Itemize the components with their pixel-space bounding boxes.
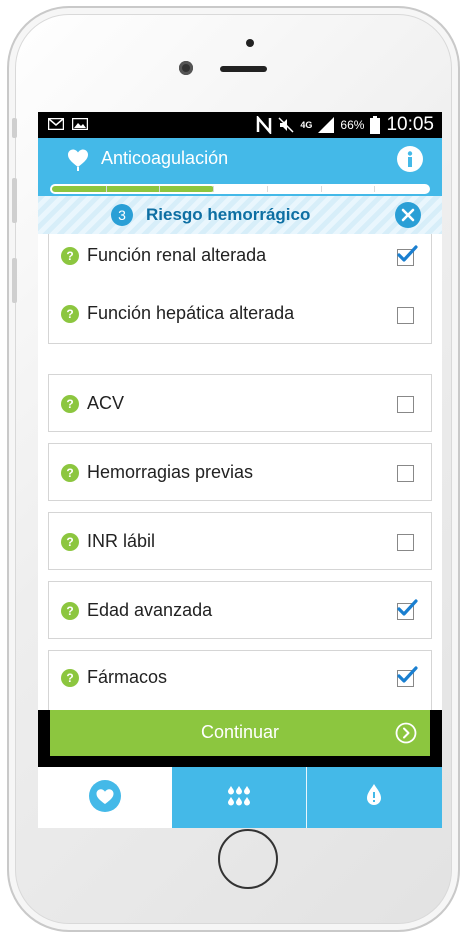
item-label: Función hepática alterada [87,303,295,323]
list-card: ? ACV [48,374,432,432]
close-icon [401,208,415,222]
help-icon[interactable]: ? [61,464,79,482]
help-icon[interactable]: ? [61,533,79,551]
earpiece-speaker [220,66,267,72]
network-type: 4G [300,120,313,130]
help-icon[interactable]: ? [61,602,79,620]
progress-segment-divider [321,186,322,192]
tab-blood-drop[interactable] [307,767,442,828]
list-item[interactable]: ? Fármacos [49,655,431,705]
continue-button[interactable]: Continuar [50,710,430,756]
list-card: ? Edad avanzada [48,581,432,639]
item-checkbox[interactable] [397,666,418,687]
status-bar: 4G 66% 10:05 [38,112,442,138]
item-label: Función renal alterada [87,245,267,265]
checkmark-icon [397,599,418,616]
clock: 10:05 [386,114,434,135]
item-checkbox[interactable] [397,465,414,482]
bottom-tab-bar [38,767,442,828]
help-icon[interactable]: ? [61,669,79,687]
progress-segment-divider [374,186,375,192]
item-checkbox[interactable] [397,245,418,266]
help-icon[interactable]: ? [61,247,79,265]
item-label: ACV [87,393,125,413]
battery-percent: 66% [340,118,365,132]
info-icon [407,151,413,167]
help-icon[interactable]: ? [61,305,79,323]
list-item[interactable]: ? ACV [49,379,431,429]
list-card: ? Hemorragias previas [48,443,432,501]
progress-fill [52,186,214,192]
list-item[interactable]: ? Función renal alterada [49,234,431,281]
step-number-badge: 3 [111,204,133,226]
image-icon [72,118,88,130]
close-button[interactable] [395,202,421,228]
section-header: 3 Riesgo hemorrágico [38,196,442,234]
continue-label: Continuar [200,722,280,742]
list-item[interactable]: ? INR lábil [49,517,431,567]
section-title: Riesgo hemorrágico [146,205,311,224]
list-card: ? INR lábil [48,512,432,570]
heart-icon [89,780,121,812]
front-camera [179,61,193,75]
volume-down-button [12,258,17,303]
item-label: Fármacos [87,667,168,687]
progress-track [38,182,442,196]
app-title: Anticoagulación [101,148,229,168]
tab-drops[interactable] [172,767,306,828]
progress-segment-divider [159,186,160,192]
item-label: Edad avanzada [87,600,213,620]
tab-anticoagulation[interactable] [38,767,172,828]
item-checkbox[interactable] [397,307,414,324]
drops-grid-icon [228,786,250,806]
volume-up-button [12,178,17,223]
list-card: ? Función renal alterada ? Función hepát… [48,234,432,344]
battery-icon [370,116,381,134]
item-checkbox[interactable] [397,396,414,413]
progress-segment-divider [267,186,268,192]
list-item[interactable]: ? Hemorragias previas [49,448,431,498]
list-card: ? Fármacos [48,650,432,710]
mute-icon [278,117,294,133]
info-button[interactable] [397,146,423,172]
signal-icon [318,117,335,133]
checkmark-icon [397,666,418,683]
blood-drop-icon [367,784,381,805]
item-checkbox[interactable] [397,599,418,620]
home-button[interactable] [218,829,278,889]
progress-bar [50,184,430,194]
nfc-icon [257,116,272,134]
risk-factor-list: ? Función renal alterada ? Función hepát… [38,234,442,710]
app-header: Anticoagulación [38,138,442,182]
item-label: INR lábil [87,531,156,551]
mute-switch [12,118,17,138]
item-checkbox[interactable] [397,534,414,551]
progress-segment-divider [106,186,107,192]
proximity-sensor [246,39,254,47]
heart-icon [68,149,88,171]
arrow-right-circle-icon [395,722,417,744]
mail-icon [48,118,64,130]
checkmark-icon [397,245,418,262]
list-item[interactable]: ? Edad avanzada [49,586,431,636]
list-item[interactable]: ? Función hepática alterada [49,289,431,339]
app-screen: 4G 66% 10:05 Anticoagulación 3 Riesgo he… [38,112,442,828]
item-label: Hemorragias previas [87,462,254,482]
progress-segment-divider [213,186,214,192]
help-icon[interactable]: ? [61,395,79,413]
